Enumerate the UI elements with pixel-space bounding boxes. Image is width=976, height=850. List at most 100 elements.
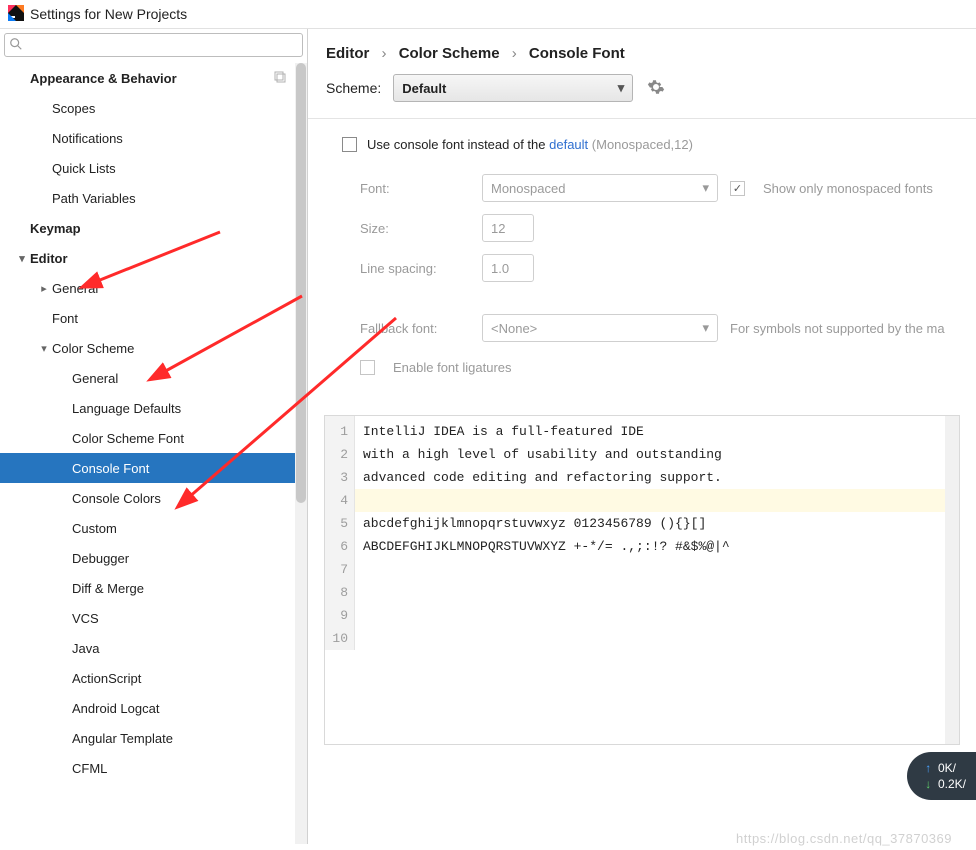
scheme-value: Default xyxy=(402,81,446,96)
tree-label: Font xyxy=(52,311,78,326)
tree-quick-lists[interactable]: Quick Lists xyxy=(0,153,307,183)
use-console-font-checkbox[interactable] xyxy=(342,137,357,152)
tree-label: VCS xyxy=(72,611,99,626)
breadcrumb: Editor › Color Scheme › Console Font xyxy=(308,29,976,74)
upload-icon: ↑ xyxy=(925,761,931,775)
chevron-down-icon: ▾ xyxy=(14,252,30,265)
tree-label: Keymap xyxy=(30,221,81,236)
settings-sidebar: Appearance & Behavior Scopes Notificatio… xyxy=(0,29,308,844)
search-input[interactable] xyxy=(4,33,303,57)
tree-cs-general[interactable]: General xyxy=(0,363,307,393)
fallback-hint: For symbols not supported by the ma xyxy=(730,321,958,336)
tree-label: Language Defaults xyxy=(72,401,181,416)
chevron-down-icon: ▾ xyxy=(36,342,52,355)
chevron-down-icon: ▾ xyxy=(702,180,709,196)
tree-cs-lang-defaults[interactable]: Language Defaults xyxy=(0,393,307,423)
crumb-color-scheme[interactable]: Color Scheme xyxy=(399,45,500,62)
default-link[interactable]: default xyxy=(549,137,588,152)
size-value: 12 xyxy=(491,221,505,236)
tree-path-variables[interactable]: Path Variables xyxy=(0,183,307,213)
tree-label: General xyxy=(72,371,118,386)
font-select[interactable]: Monospaced ▾ xyxy=(482,174,718,202)
tree-cs-console-font[interactable]: Console Font xyxy=(0,453,307,483)
tree-label: Color Scheme Font xyxy=(72,431,184,446)
tree-cs-diff[interactable]: Diff & Merge xyxy=(0,573,307,603)
tree-cs-java[interactable]: Java xyxy=(0,633,307,663)
text: Use console font instead of the xyxy=(367,137,549,152)
tree-label: Android Logcat xyxy=(72,701,159,716)
tree-label: Color Scheme xyxy=(52,341,134,356)
spacing-label: Line spacing: xyxy=(360,261,470,276)
tree-cs-android-logcat[interactable]: Android Logcat xyxy=(0,693,307,723)
tree-label: Console Font xyxy=(72,461,149,476)
tree-label: Angular Template xyxy=(72,731,173,746)
tree-cs-debugger[interactable]: Debugger xyxy=(0,543,307,573)
font-value: Monospaced xyxy=(491,181,565,196)
spacing-input[interactable]: 1.0 xyxy=(482,254,534,282)
tree-label: CFML xyxy=(72,761,107,776)
main-panel: Editor › Color Scheme › Console Font Sch… xyxy=(308,29,976,844)
use-console-font-label: Use console font instead of the default … xyxy=(367,137,693,152)
text: (Monospaced,12) xyxy=(588,137,693,152)
tree-editor-font[interactable]: Font xyxy=(0,303,307,333)
copy-icon xyxy=(273,70,287,87)
tree-editor-general[interactable]: ▸ General xyxy=(0,273,307,303)
tree-label: Notifications xyxy=(52,131,123,146)
tree-label: Debugger xyxy=(72,551,129,566)
tree-label: Console Colors xyxy=(72,491,161,506)
gear-icon[interactable] xyxy=(647,78,665,99)
fallback-value: <None> xyxy=(491,321,537,336)
tree-cs-vcs[interactable]: VCS xyxy=(0,603,307,633)
tree-label: Scopes xyxy=(52,101,95,116)
scheme-select[interactable]: Default ▾ xyxy=(393,74,633,102)
tree-scopes[interactable]: Scopes xyxy=(0,93,307,123)
tree-cs-font[interactable]: Color Scheme Font xyxy=(0,423,307,453)
tree-color-scheme[interactable]: ▾ Color Scheme xyxy=(0,333,307,363)
fallback-label: Fallback font: xyxy=(360,321,470,336)
chevron-right-icon: ▸ xyxy=(36,282,52,295)
tree-cs-actionscript[interactable]: ActionScript xyxy=(0,663,307,693)
chevron-right-icon: › xyxy=(504,45,525,62)
fallback-select[interactable]: <None> ▾ xyxy=(482,314,718,342)
tree-label: ActionScript xyxy=(72,671,141,686)
show-mono-checkbox[interactable]: ✓ xyxy=(730,181,745,196)
size-label: Size: xyxy=(360,221,470,236)
font-label: Font: xyxy=(360,181,470,196)
tree-keymap[interactable]: Keymap xyxy=(0,213,307,243)
tree-notifications[interactable]: Notifications xyxy=(0,123,307,153)
tree-cs-cfml[interactable]: CFML xyxy=(0,753,307,783)
ligatures-checkbox[interactable] xyxy=(360,360,375,375)
window-title: Settings for New Projects xyxy=(30,6,187,22)
tree-label: General xyxy=(52,281,98,296)
tree-editor[interactable]: ▾ Editor xyxy=(0,243,307,273)
tree-label: Appearance & Behavior xyxy=(30,71,177,86)
chevron-down-icon: ▾ xyxy=(702,320,709,336)
tree-cs-console-colors[interactable]: Console Colors xyxy=(0,483,307,513)
tree-label: Editor xyxy=(30,251,68,266)
ligatures-label: Enable font ligatures xyxy=(393,360,512,375)
intellij-icon xyxy=(8,5,24,24)
tree-cs-custom[interactable]: Custom xyxy=(0,513,307,543)
tree-appearance-behavior[interactable]: Appearance & Behavior xyxy=(0,63,307,93)
download-icon: ↓ xyxy=(925,777,931,791)
chevron-down-icon: ▾ xyxy=(618,80,625,96)
search-icon xyxy=(9,37,23,54)
titlebar: Settings for New Projects xyxy=(0,0,976,28)
tree-label: Quick Lists xyxy=(52,161,116,176)
tree-cs-angular[interactable]: Angular Template xyxy=(0,723,307,753)
preview-code[interactable]: IntelliJ IDEA is a full-featured IDEwith… xyxy=(355,416,959,650)
scheme-label: Scheme: xyxy=(326,80,381,96)
download-value: 0.2K/ xyxy=(938,777,966,791)
crumb-console-font: Console Font xyxy=(529,45,625,62)
size-input[interactable]: 12 xyxy=(482,214,534,242)
tree-label: Path Variables xyxy=(52,191,136,206)
upload-value: 0K/ xyxy=(938,761,956,775)
settings-tree: Appearance & Behavior Scopes Notificatio… xyxy=(0,63,307,844)
chevron-right-icon: › xyxy=(374,45,395,62)
crumb-editor[interactable]: Editor xyxy=(326,45,369,62)
tree-label: Custom xyxy=(72,521,117,536)
sidebar-scrollbar-thumb[interactable] xyxy=(296,63,306,503)
font-preview: 1 2 3 4 5 6 7 8 9 10 IntelliJ IDEA is a … xyxy=(324,415,960,745)
tree-label: Diff & Merge xyxy=(72,581,144,596)
show-mono-label: Show only monospaced fonts xyxy=(763,181,933,196)
